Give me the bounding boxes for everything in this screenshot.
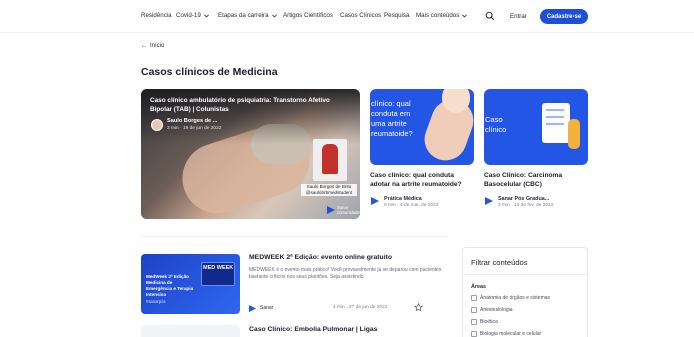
nav-label: Covid-19 [176,12,201,19]
chevron-down-icon [271,12,278,19]
top-navbar: Residência Covid-19 Etapas da carreira A… [0,0,694,33]
star-icon[interactable] [414,303,423,312]
nav-label: Mais conteúdos [416,12,460,19]
card-image: Caso clínico [484,89,588,165]
filter-section-label: Áreas [471,284,486,290]
checklist-line [546,116,564,118]
card-title: Caso clínico: qual conduta adotar na art… [370,172,462,188]
nav-covid[interactable]: Covid-19 [176,12,210,19]
author-handle: Saulo Borges de Brito @saulobrbmedstuden… [301,184,357,196]
section-divider [141,236,449,237]
card-image-text: Caso clínico [485,115,507,134]
card-meta: 9 min · 4 de mai. de 2022 [384,203,439,208]
nav-etapas[interactable]: Etapas da carreira [218,12,278,19]
post-excerpt: MEDWEEK é o evento mais prático! Você pr… [249,267,442,280]
post-meta: 4 min · 27 de jun de 2021 [333,305,388,310]
author-figure [322,144,338,174]
signup-button[interactable]: Cadastre-se [540,9,588,24]
checkbox[interactable] [471,307,477,313]
brand-label: Sanar comunidade [337,205,360,215]
card-author: Prática Médica [384,196,422,202]
post-thumbnail[interactable] [141,325,240,337]
sanar-logo-icon [249,305,256,312]
case-card[interactable]: clínico: qual conduta em uma artrite reu… [370,89,474,219]
filter-option[interactable]: Bioética [471,319,498,325]
checkbox[interactable] [471,331,477,337]
thumb-tag: #sanarpós [146,299,166,304]
card-title: Caso Clínico: Carcinoma Basocelular (CBC… [484,172,563,188]
back-link[interactable]: ← Início [141,43,164,49]
nav-casos-clinicos[interactable]: Casos Clínicos [340,12,381,19]
nav-label: Residência [141,12,172,19]
checkbox[interactable] [471,319,477,325]
page-title: Casos clínicos de Medicina [141,66,278,78]
avatar [151,119,163,131]
nav-label: Etapas da carreira [218,12,269,19]
checklist-line [546,123,564,125]
filter-title: Filtrar conteúdos [471,258,528,267]
card-image: clínico: qual conduta em uma artrite reu… [370,89,474,165]
filter-option-label: Bioética [480,319,498,325]
card-image-text: clínico: qual conduta em uma artrite reu… [371,99,413,138]
filter-divider [463,274,587,275]
filter-option-label: Anatomia de órgãos e sistemas [480,295,551,301]
nav-label: Casos Clínicos [340,12,382,19]
featured-case-card[interactable]: Caso clínico ambulatório de psiquiatria:… [141,89,360,219]
filter-option-label: Biologia molecular e celular [480,331,542,337]
sanar-logo-icon [485,197,493,205]
sanar-logo-icon [371,197,379,205]
post-title[interactable]: Caso Clínico: Embolia Pulmonar | Ligas [249,326,377,333]
thumb-screen-text: MED WEEK [203,265,234,271]
nav-label: Pesquisa [384,12,410,19]
filter-option[interactable]: Biologia molecular e celular [471,331,541,337]
arrow-left-icon: ← [141,43,147,49]
featured-meta: 3 min · 19 de jun de 2022 [167,126,222,131]
filter-panel: Filtrar conteúdos Áreas Anatomia de órgã… [462,247,588,337]
case-card[interactable]: Caso clínico Caso Clínico: Carcinoma Bas… [484,89,588,219]
checkbox[interactable] [471,295,477,301]
search-icon[interactable] [485,11,495,21]
filter-option-label: Anestesiologia [480,307,513,313]
login-link[interactable]: Entrar [510,13,527,20]
nav-pesquisa[interactable]: Pesquisa [384,12,409,19]
checklist-line [546,109,564,111]
post-title[interactable]: MEDWEEK 2ª Edição: evento online gratuit… [249,254,392,261]
post-author: Sanar [260,305,274,311]
filter-option[interactable]: Anatomia de órgãos e sistemas [471,295,550,301]
featured-title: Caso clínico ambulatório de psiquiatria:… [150,97,330,113]
chevron-down-icon [203,12,210,19]
filter-option[interactable]: Anestesiologia [471,307,513,313]
back-label: Início [150,43,165,49]
post-thumbnail[interactable]: MedWeek 2ª Edição Medicina de Emergência… [141,254,240,314]
card-meta: 3 min · 13 de fev. de 2022 [498,203,554,208]
person-figure [568,119,580,149]
thumb-title: MedWeek 2ª Edição Medicina de Emergência… [146,274,194,297]
nav-mais-conteudos[interactable]: Mais conteúdos [416,12,468,19]
nav-label: Artigos Científicos [283,12,333,19]
nav-artigos[interactable]: Artigos Científicos [283,12,333,19]
chevron-down-icon [461,12,468,19]
card-author: Sanar Pós Gradua... [498,196,550,202]
nav-residencia[interactable]: Residência [141,12,172,19]
featured-author: Saulo Borges de ... [167,118,218,124]
